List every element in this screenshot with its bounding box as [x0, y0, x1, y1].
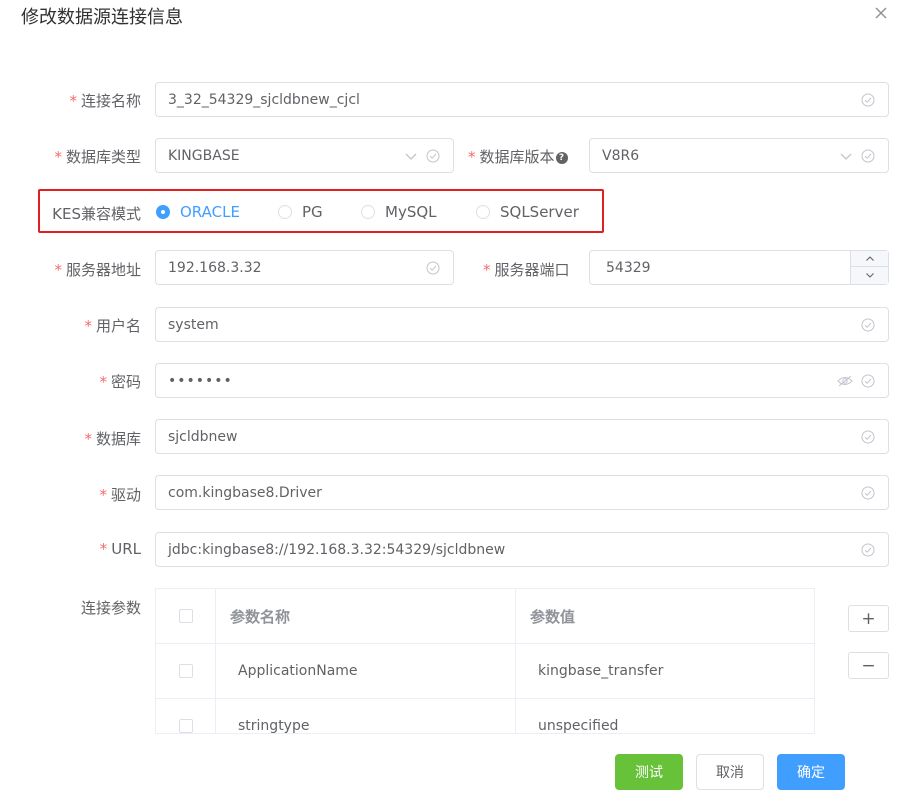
- valid-check-icon: [861, 318, 875, 331]
- database-input[interactable]: sjcldbnew: [155, 419, 889, 454]
- radio-dot: [476, 205, 490, 219]
- username-input[interactable]: system: [155, 307, 889, 342]
- kes-mode-label: KES兼容模式: [52, 205, 141, 223]
- close-icon[interactable]: [872, 4, 890, 22]
- param-value-cell: kingbase_transfer: [538, 663, 664, 679]
- driver-value: com.kingbase8.Driver: [168, 484, 322, 501]
- valid-check-icon: [861, 149, 875, 162]
- driver-input[interactable]: com.kingbase8.Driver: [155, 475, 889, 510]
- server-port-value: 54329: [606, 259, 651, 276]
- add-param-button[interactable]: +: [848, 605, 889, 632]
- valid-check-icon: [861, 543, 875, 556]
- increase-button[interactable]: [851, 251, 888, 267]
- database-value: sjcldbnew: [168, 428, 238, 445]
- url-input[interactable]: jdbc:kingbase8://192.168.3.32:54329/sjcl…: [155, 532, 889, 567]
- db-version-select[interactable]: V8R6: [589, 138, 889, 173]
- radio-dot: [156, 205, 170, 219]
- password-input[interactable]: •••••••: [155, 363, 889, 398]
- radio-pg-label: PG: [302, 203, 323, 221]
- database-label: * 数据库: [84, 430, 141, 448]
- params-label: 连接参数: [80, 599, 141, 617]
- radio-mysql[interactable]: MySQL: [361, 203, 437, 221]
- chevron-up-icon: [865, 255, 874, 261]
- cancel-button[interactable]: 取消: [696, 754, 764, 790]
- row-checkbox[interactable]: [178, 664, 193, 678]
- remove-param-button[interactable]: −: [848, 652, 889, 679]
- server-address-value: 192.168.3.32: [168, 259, 262, 276]
- table-row[interactable]: stringtype unspecified: [156, 699, 814, 734]
- valid-check-icon: [861, 486, 875, 499]
- db-version-label: * 数据库版本?: [468, 146, 568, 167]
- connection-name-value: 3_32_54329_sjcldbnew_cjcl: [168, 91, 360, 108]
- username-label: * 用户名: [84, 317, 141, 335]
- valid-check-icon: [426, 149, 440, 162]
- dialog-title: 修改数据源连接信息: [21, 7, 183, 28]
- table-header-row: 参数名称 参数值: [156, 589, 814, 644]
- db-type-label: * 数据库类型: [54, 148, 141, 166]
- column-header-name: 参数名称: [216, 589, 516, 643]
- chevron-down-icon: [405, 153, 417, 160]
- column-header-value: 参数值: [530, 607, 576, 626]
- radio-dot: [361, 205, 375, 219]
- valid-check-icon: [861, 93, 875, 106]
- radio-pg[interactable]: PG: [278, 203, 323, 221]
- row-checkbox[interactable]: [178, 719, 193, 733]
- url-value: jdbc:kingbase8://192.168.3.32:54329/sjcl…: [168, 541, 506, 558]
- radio-sqlserver[interactable]: SQLServer: [476, 203, 579, 221]
- port-stepper: [850, 251, 888, 284]
- test-button[interactable]: 测试: [615, 754, 683, 790]
- valid-check-icon: [861, 430, 875, 443]
- connection-name-input[interactable]: 3_32_54329_sjcldbnew_cjcl: [155, 82, 889, 117]
- db-type-select[interactable]: KINGBASE: [155, 138, 454, 173]
- help-icon[interactable]: ?: [555, 151, 568, 164]
- db-version-value: V8R6: [602, 147, 640, 164]
- param-value-cell: unspecified: [538, 718, 619, 734]
- radio-oracle[interactable]: ORACLE: [156, 203, 240, 221]
- decrease-button[interactable]: [851, 267, 888, 283]
- radio-dot: [278, 205, 292, 219]
- url-label: * URL: [99, 540, 141, 558]
- valid-check-icon: [861, 374, 875, 387]
- params-table: 参数名称 参数值 ApplicationName kingbase_transf…: [155, 588, 815, 734]
- table-row[interactable]: ApplicationName kingbase_transfer: [156, 644, 814, 699]
- radio-sqlserver-label: SQLServer: [500, 203, 579, 221]
- select-all-checkbox[interactable]: [178, 609, 193, 623]
- username-value: system: [168, 316, 219, 333]
- chevron-down-icon: [865, 273, 874, 278]
- db-type-value: KINGBASE: [168, 147, 240, 164]
- server-port-label: * 服务器端口: [483, 261, 570, 279]
- eye-hidden-icon[interactable]: [837, 374, 853, 388]
- server-port-input[interactable]: 54329: [589, 250, 889, 285]
- driver-label: * 驱动: [99, 486, 141, 504]
- password-label: * 密码: [99, 373, 141, 391]
- param-name-cell: ApplicationName: [216, 644, 516, 698]
- connection-name-label: * 连接名称: [69, 92, 141, 110]
- radio-mysql-label: MySQL: [385, 203, 437, 221]
- server-address-input[interactable]: 192.168.3.32: [155, 250, 454, 285]
- confirm-button[interactable]: 确定: [777, 754, 845, 790]
- chevron-down-icon: [840, 153, 852, 160]
- password-value: •••••••: [168, 372, 233, 389]
- valid-check-icon: [426, 261, 440, 274]
- param-name-cell: stringtype: [216, 699, 516, 733]
- server-address-label: * 服务器地址: [54, 261, 141, 279]
- radio-oracle-label: ORACLE: [180, 203, 240, 221]
